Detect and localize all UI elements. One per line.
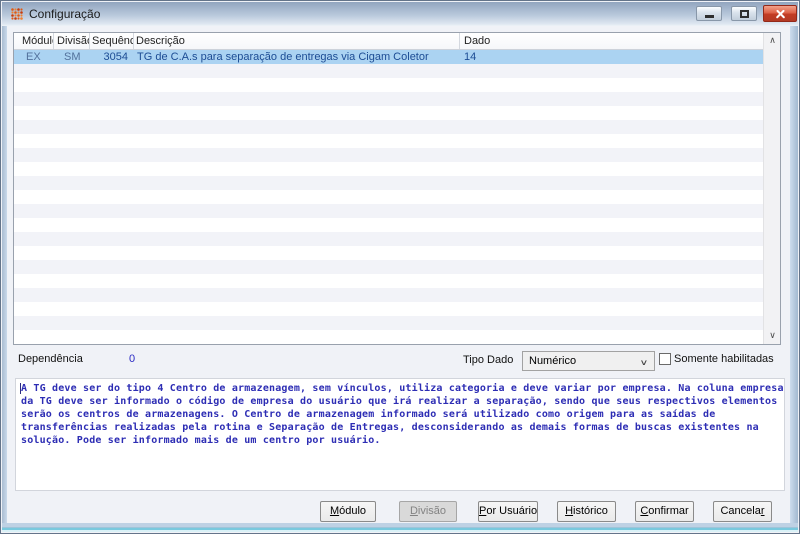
description-line-3: transferências realizadas pela rotina e …	[21, 422, 759, 433]
empty-row[interactable]	[14, 162, 763, 176]
button-label: D	[409, 505, 418, 517]
titlebar[interactable]: Configuração	[2, 2, 798, 26]
empty-row[interactable]	[14, 246, 763, 260]
row-cell-4: 14	[464, 51, 477, 63]
empty-row[interactable]	[14, 120, 763, 134]
description-box: A TG deve ser do tipo 4 Centro de armaze…	[15, 378, 785, 491]
empty-row[interactable]	[14, 330, 763, 344]
window-border-right	[790, 26, 798, 526]
configuracao-window: Configuração MóduloDivisãoSequênciaDescr…	[0, 0, 800, 534]
maximize-icon	[740, 10, 749, 18]
somente-habilitadas-label: Somente habilitadas	[674, 353, 774, 365]
column-header-2[interactable]: Sequência	[90, 33, 134, 49]
close-button[interactable]	[763, 5, 797, 22]
grid-body[interactable]	[14, 64, 763, 344]
button-label: M	[329, 505, 340, 517]
historico-button[interactable]: Histórico	[557, 501, 616, 522]
empty-row[interactable]	[14, 218, 763, 232]
tipo-dado-select[interactable]: Numérico ∨	[522, 351, 655, 371]
empty-row[interactable]	[14, 106, 763, 120]
empty-row[interactable]	[14, 78, 763, 92]
column-header-4[interactable]: Dado	[460, 33, 763, 49]
divisao-button: Divisão	[399, 501, 457, 522]
button-label: onfirmar	[648, 505, 689, 517]
empty-row[interactable]	[14, 302, 763, 316]
minimize-icon	[705, 15, 714, 18]
text-caret	[20, 383, 21, 394]
button-label: H	[565, 505, 574, 517]
column-header-3[interactable]: Descrição	[134, 33, 460, 49]
modulo-button[interactable]: Módulo	[320, 501, 376, 522]
empty-row[interactable]	[14, 274, 763, 288]
tipo-dado-label: Tipo Dado	[463, 354, 514, 366]
button-label: r	[760, 505, 765, 517]
column-header-1[interactable]: Divisão	[54, 33, 90, 49]
button-label: Cancela	[720, 505, 761, 517]
dependencia-value: 0	[129, 353, 136, 365]
confirmar-button[interactable]: Confirmar	[635, 501, 694, 522]
empty-row[interactable]	[14, 148, 763, 162]
somente-habilitadas-checkbox[interactable]	[659, 353, 671, 365]
maximize-button[interactable]	[731, 6, 757, 21]
minimize-button[interactable]	[696, 6, 722, 21]
scroll-up-button[interactable]: ∧	[764, 33, 781, 49]
empty-row[interactable]	[14, 190, 763, 204]
empty-row[interactable]	[14, 176, 763, 190]
empty-row[interactable]	[14, 232, 763, 246]
button-label: or Usuário	[486, 505, 538, 517]
empty-row[interactable]	[14, 288, 763, 302]
window-title: Configuração	[29, 7, 101, 21]
grid-header: MóduloDivisãoSequênciaDescriçãoDado	[14, 33, 763, 50]
button-label: ivisão	[417, 505, 447, 517]
row-cell-1: SM	[64, 51, 81, 63]
column-header-0[interactable]: Módulo	[14, 33, 54, 49]
button-label: ódulo	[339, 505, 367, 517]
config-grid: MóduloDivisãoSequênciaDescriçãoDado EX SM…	[13, 32, 781, 345]
window-border-left	[2, 26, 7, 526]
chevron-down-icon: ∨	[639, 358, 649, 367]
description-line-0: A TG deve ser do tipo 4 Centro de armaze…	[21, 383, 784, 394]
row-cell-3: TG de C.A.s para separação de entregas v…	[137, 51, 429, 63]
empty-row[interactable]	[14, 64, 763, 78]
description-line-4: solução. Pode ser informado mais de um c…	[21, 435, 381, 446]
row-cell-0: EX	[26, 51, 41, 63]
scroll-down-button[interactable]: ∨	[764, 328, 781, 344]
window-border-bottom	[2, 523, 798, 532]
por-usuario-button[interactable]: Por Usuário	[478, 501, 538, 522]
empty-row[interactable]	[14, 260, 763, 274]
row-cell-2: 3054	[103, 51, 128, 63]
empty-row[interactable]	[14, 134, 763, 148]
tipo-dado-selected-value: Numérico	[529, 355, 577, 367]
empty-row[interactable]	[14, 204, 763, 218]
empty-row[interactable]	[14, 316, 763, 330]
app-logo-icon	[10, 7, 24, 21]
selected-row[interactable]: EX SM 3054 TG de C.A.s para separação de en…	[14, 50, 763, 64]
description-line-2: serão os centros de armazenagens. O Cent…	[21, 409, 716, 420]
button-label: istórico	[573, 505, 608, 517]
description-line-1: da TG deve ser informado o código de emp…	[21, 396, 778, 407]
vertical-scrollbar[interactable]: ∧ ∨	[763, 33, 780, 344]
dependencia-label: Dependência	[18, 353, 83, 365]
empty-row[interactable]	[14, 92, 763, 106]
cancelar-button[interactable]: Cancelar	[713, 501, 772, 522]
